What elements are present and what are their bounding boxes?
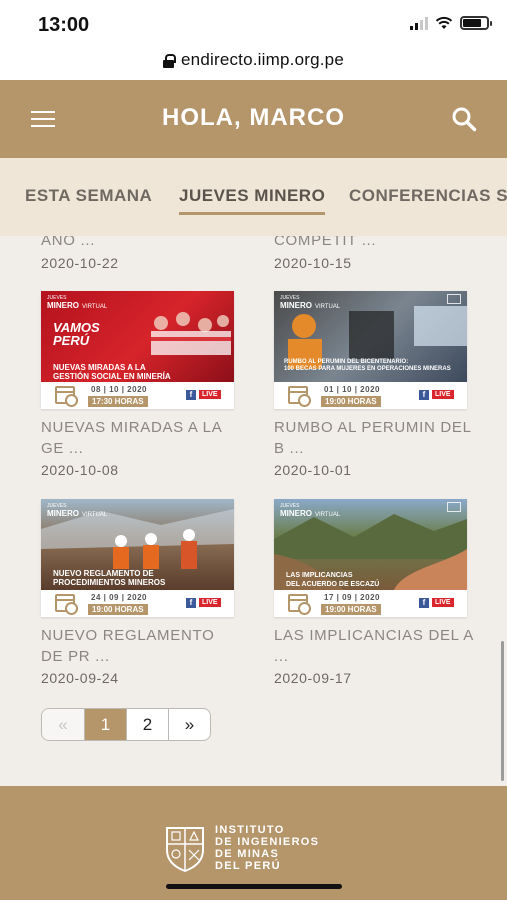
event-time: 19:00 HORAS — [321, 604, 381, 615]
card-date: 2020-09-17 — [274, 670, 352, 686]
event-date: 08 | 10 | 2020 — [91, 385, 147, 394]
card-date: 2020-09-24 — [41, 670, 119, 686]
card-date: 2020-10-01 — [274, 462, 352, 478]
card-title[interactable]: LAS IMPLICANCIAS DEL A ... — [274, 625, 474, 667]
card-date: 2020-10-08 — [41, 462, 119, 478]
thumbnail-image: JUEVES MINERO VIRTUAL VAMOS PERÚ NUEVAS MI… — [41, 291, 234, 382]
footer: INSTITUTO DE INGENIEROS DE MINAS DEL PER… — [0, 786, 507, 900]
pagination-next-button[interactable]: » — [168, 709, 210, 740]
card-date: 2020-10-22 — [41, 255, 119, 271]
video-thumbnail[interactable]: JUEVES MINERO VIRTUAL LAS IMPLICANCIAS DEL … — [274, 499, 467, 617]
lock-icon — [163, 53, 177, 68]
tab-conferencias[interactable]: CONFERENCIAS S — [349, 186, 507, 206]
pagination: « 1 2 » — [41, 708, 211, 741]
event-info-bar: 17 | 09 | 2020 19:00 HORAS f LIVE — [274, 590, 467, 617]
video-thumbnail[interactable]: JUEVES MINERO VIRTUAL RUMBO AL PERUMIN DEL… — [274, 291, 467, 409]
thumbnail-caption: RUMBO AL PERUMIN DEL BICENTENARIO: 100 BE… — [284, 359, 451, 372]
battery-icon — [460, 16, 492, 30]
event-date: 24 | 09 | 2020 — [91, 593, 147, 602]
tab-esta-semana[interactable]: ESTA SEMANA — [25, 186, 152, 206]
cellular-signal-icon — [410, 16, 428, 30]
category-tabs: ESTA SEMANA JUEVES MINERO CONFERENCIAS S — [0, 158, 507, 236]
home-indicator[interactable] — [166, 884, 342, 889]
card-title[interactable]: RUMBO AL PERUMIN DEL B ... — [274, 417, 474, 459]
app-header: HOLA, MARCO — [0, 80, 507, 158]
card-title[interactable]: NUEVAS MIRADAS A LA GE ... — [41, 417, 241, 459]
calendar-clock-icon — [288, 386, 311, 407]
thumbnail-caption: NUEVO REGLAMENTO DE PROCEDIMIENTOS MINERO… — [53, 569, 166, 587]
live-badge: LIVE — [432, 390, 454, 399]
facebook-icon: f — [419, 390, 429, 400]
calendar-clock-icon — [55, 386, 78, 407]
pagination-page-1[interactable]: 1 — [84, 709, 126, 740]
event-info-bar: 08 | 10 | 2020 17:30 HORAS f LIVE — [41, 382, 234, 409]
event-time: 17:30 HORAS — [88, 396, 148, 407]
card-title[interactable]: AÑO ... — [41, 236, 241, 251]
pagination-page-2[interactable]: 2 — [126, 709, 168, 740]
event-date: 01 | 10 | 2020 — [324, 385, 380, 394]
thumbnail-image: JUEVES MINERO VIRTUAL NUEVO REGLAMENTO DE P… — [41, 499, 234, 590]
live-badge: LIVE — [432, 598, 454, 607]
slogan-text: VAMOS PERÚ — [53, 320, 100, 348]
browser-url-bar[interactable]: endirecto.iimp.org.pe — [0, 40, 507, 80]
video-list[interactable]: AÑO ... 2020-10-22 COMPETIT ... 2020-10-… — [0, 236, 507, 786]
event-date: 17 | 09 | 2020 — [324, 593, 380, 602]
card-date: 2020-10-15 — [274, 255, 352, 271]
jueves-minero-logo: JUEVES MINERO VIRTUAL — [280, 503, 341, 518]
thumbnail-image: JUEVES MINERO VIRTUAL RUMBO AL PERUMIN DEL… — [274, 291, 467, 382]
video-thumbnail[interactable]: JUEVES MINERO VIRTUAL VAMOS PERÚ NUEVAS MI… — [41, 291, 234, 409]
iimp-crest-logo — [166, 827, 204, 872]
jueves-minero-logo: JUEVES MINERO VIRTUAL — [47, 295, 108, 310]
facebook-icon: f — [186, 598, 196, 608]
search-icon[interactable] — [451, 106, 477, 132]
event-info-bar: 01 | 10 | 2020 19:00 HORAS f LIVE — [274, 382, 467, 409]
calendar-clock-icon — [55, 594, 78, 615]
wifi-icon — [435, 16, 453, 29]
footer-org-name: INSTITUTO DE INGENIEROS DE MINAS DEL PER… — [215, 824, 320, 872]
event-info-bar: 24 | 09 | 2020 19:00 HORAS f LIVE — [41, 590, 234, 617]
url-text: endirecto.iimp.org.pe — [181, 50, 344, 69]
status-bar: 13:00 — [0, 0, 507, 40]
tab-jueves-minero[interactable]: JUEVES MINERO — [179, 186, 326, 215]
status-icons — [410, 16, 492, 30]
page-title: HOLA, MARCO — [162, 104, 345, 131]
institution-seal-icon — [447, 294, 461, 304]
calendar-clock-icon — [288, 594, 311, 615]
video-thumbnail[interactable]: JUEVES MINERO VIRTUAL NUEVO REGLAMENTO DE P… — [41, 499, 234, 617]
thumbnail-image: JUEVES MINERO VIRTUAL LAS IMPLICANCIAS DEL … — [274, 499, 467, 590]
event-time: 19:00 HORAS — [88, 604, 148, 615]
thumbnail-caption: LAS IMPLICANCIAS DEL ACUERDO DE ESCAZÚ — [286, 572, 380, 588]
live-badge: LIVE — [199, 390, 221, 399]
thumbnail-caption: NUEVAS MIRADAS A LA GESTIÓN SOCIAL EN MIN… — [53, 363, 171, 381]
event-time: 19:00 HORAS — [321, 396, 381, 407]
facebook-icon: f — [419, 598, 429, 608]
card-title[interactable]: COMPETIT ... — [274, 236, 474, 251]
jueves-minero-logo: JUEVES MINERO VIRTUAL — [47, 503, 108, 518]
pagination-prev-button[interactable]: « — [42, 709, 84, 740]
institution-seal-icon — [447, 502, 461, 512]
card-title[interactable]: NUEVO REGLAMENTO DE PR ... — [41, 625, 241, 667]
facebook-icon: f — [186, 390, 196, 400]
status-time: 13:00 — [38, 14, 90, 36]
live-badge: LIVE — [199, 598, 221, 607]
scrollbar[interactable] — [501, 641, 504, 781]
jueves-minero-logo: JUEVES MINERO VIRTUAL — [280, 295, 341, 310]
